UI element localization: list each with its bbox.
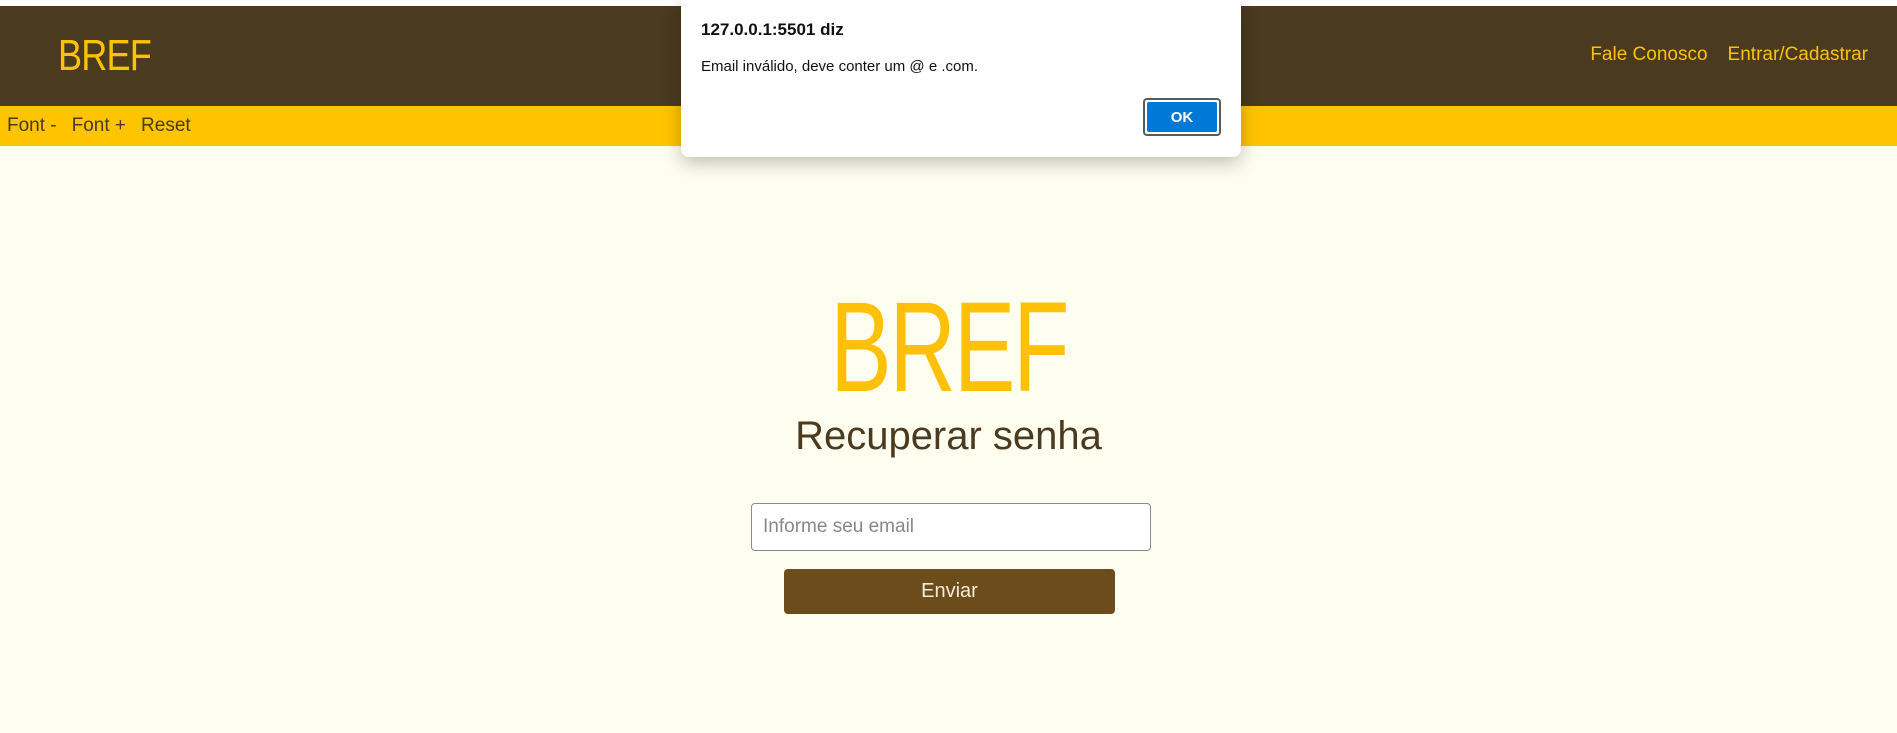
email-input[interactable] [751,503,1151,551]
send-button[interactable]: Enviar [784,569,1115,614]
alert-message: Email inválido, deve conter um @ e .com. [701,58,979,75]
main-logo: BREF [0,284,1897,412]
alert-dialog: 127.0.0.1:5501 diz Email inválido, deve … [681,0,1241,157]
main-content: BREF Recuperar senha Enviar [0,146,1897,733]
font-increase-button[interactable]: Font + [72,115,126,137]
nav-link-login[interactable]: Entrar/Cadastrar [1728,44,1868,66]
page-title: Recuperar senha [795,414,1102,458]
header-nav: Fale Conosco Entrar/Cadastrar [1590,44,1868,66]
alert-ok-button[interactable]: OK [1143,98,1221,136]
nav-link-contact[interactable]: Fale Conosco [1590,44,1707,66]
font-decrease-button[interactable]: Font - [7,115,57,137]
font-reset-button[interactable]: Reset [141,115,191,137]
main-logo-text: BREF [829,276,1069,419]
alert-ok-label: OK [1147,102,1217,132]
header-logo[interactable]: BREF [58,28,152,84]
alert-title: 127.0.0.1:5501 diz [701,20,844,39]
